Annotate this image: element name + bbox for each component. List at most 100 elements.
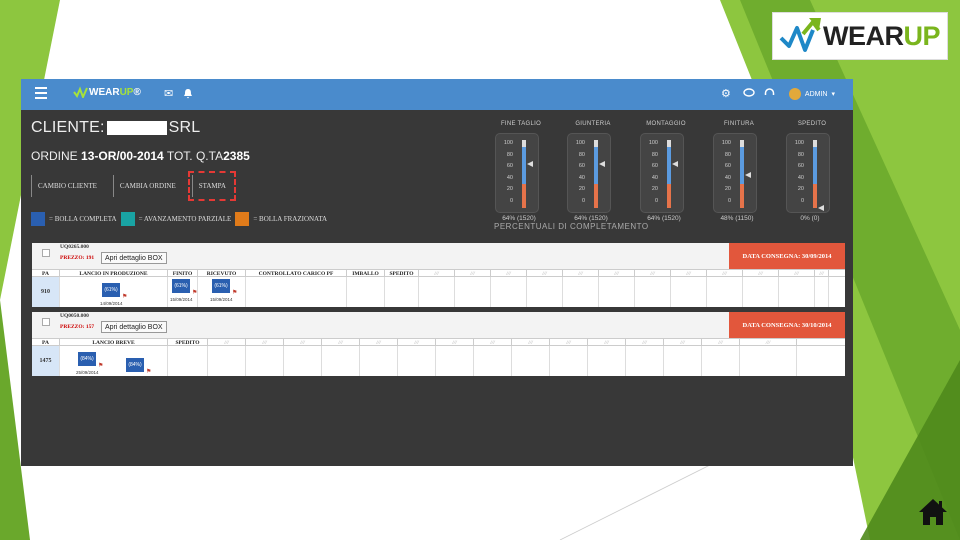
data-consegna-badge: DATA CONSEGNA: 30/10/2014: [729, 312, 845, 338]
card-title: UQ0050.000: [60, 313, 89, 319]
gauge-fill-blue: [594, 147, 598, 184]
table-cell: [322, 346, 360, 376]
app-topbar: WEAR UP ® ✉ ⚙ ADMIN ▾: [21, 79, 853, 110]
order-card: UQ0265.000 PREZZO: 191 Apri dettaglio BOX D…: [32, 243, 845, 307]
table-cell: [168, 346, 208, 376]
wearup-logo-text: WEARUP: [823, 20, 941, 51]
cambio-cliente-button[interactable]: CAMBIO CLIENTE: [31, 175, 103, 197]
gauge-scale-tick: 60: [651, 163, 658, 170]
gauge-scale-tick: 100: [503, 140, 513, 146]
legend: = BOLLA COMPLETA = AVANZAMENTO PARZIALE …: [31, 212, 327, 226]
gauge-title: FINE TAGLIO: [500, 121, 542, 127]
headset-icon[interactable]: [764, 88, 775, 101]
gauge-pointer: [527, 161, 533, 167]
gauge-fill-orange: [740, 184, 744, 208]
table-cell: [385, 277, 419, 307]
table-cell: [671, 277, 707, 307]
gauge-track: [740, 140, 744, 208]
gauge-box: 100 80 60 40 20 0: [567, 133, 611, 213]
table-cell: [626, 346, 664, 376]
table-cell: [740, 346, 797, 376]
home-icon[interactable]: [918, 497, 948, 527]
slide: WEARUP WEAR UP ® ✉ ⚙ ADMIN ▾ CLIENTE: SR…: [0, 0, 960, 540]
gauge-scale-tick: 20: [651, 186, 658, 193]
gauge-scale-tick: 100: [794, 140, 804, 146]
gauge-box: 100 80 60 40 20 0: [713, 133, 757, 213]
stage-progress-badge[interactable]: (61%): [172, 279, 190, 293]
gauge-scale: 100 80 60 40 20 0: [499, 138, 513, 208]
gauge-scale-tick: 0: [727, 197, 731, 204]
gauge-scale: 100 80 60 40 20 0: [644, 138, 658, 208]
user-name: ADMIN: [804, 90, 828, 98]
gears-icon[interactable]: ⚙: [721, 88, 731, 100]
gauge-scale-tick: 40: [578, 174, 585, 181]
mail-icon[interactable]: ✉: [164, 88, 173, 100]
chat-icon[interactable]: [743, 88, 755, 101]
app-screenshot: WEAR UP ® ✉ ⚙ ADMIN ▾ CLIENTE: SRL ORDINE 1: [21, 79, 853, 466]
image-placeholder-icon: [42, 318, 50, 326]
table-cell: [398, 346, 436, 376]
wearup-logo-mark-icon: [779, 18, 821, 52]
table-cell: [707, 277, 743, 307]
gauge-scale-tick: 60: [578, 163, 585, 170]
card-prezzo: PREZZO: 157: [60, 324, 95, 330]
gauge-fill-orange: [813, 184, 817, 208]
gauge-scale-tick: 20: [724, 186, 731, 193]
gauge-fill-blue: [813, 147, 817, 184]
legend-swatch-parziale: [120, 212, 135, 226]
table-cell: [599, 277, 635, 307]
card-title: UQ0265.000: [60, 244, 89, 250]
gauge-track: [522, 140, 526, 208]
percentuali-label: PERCENTUALI DI COMPLETAMENTO: [494, 222, 649, 231]
stage-progress-badge[interactable]: (61%): [102, 283, 120, 297]
stage-progress-badge[interactable]: (61%): [212, 279, 230, 293]
apri-dettaglio-button[interactable]: Apri dettaglio BOX: [101, 321, 167, 333]
table-cell: [664, 346, 702, 376]
table-header-row: PA LANCIO IN PRODUZIONE FINITO RICEVUTO CONT…: [32, 269, 845, 278]
gauge-scale-tick: 80: [506, 151, 513, 158]
table-cell: [284, 346, 322, 376]
table-cell: [436, 346, 474, 376]
stage-progress-badge[interactable]: (84%): [78, 352, 96, 366]
legend-parziale: = AVANZAMENTO PARZIALE: [138, 215, 232, 223]
table-cell: [635, 277, 671, 307]
apri-dettaglio-button[interactable]: Apri dettaglio BOX: [101, 252, 167, 264]
gauge-scale-tick: 100: [721, 140, 731, 146]
gauge-scale-tick: 40: [797, 174, 804, 181]
gauge-fill-blue: [740, 147, 744, 184]
pa-cell: 1475: [32, 346, 60, 376]
gauge-pointer: [745, 172, 751, 178]
gauge-scale-tick: 40: [724, 174, 731, 181]
gauge: FINE TAGLIO 100 80 60 40 20 0 64% (1520): [491, 121, 551, 231]
table-row[interactable]: 910: [32, 277, 845, 307]
stage-progress-badge[interactable]: (84%): [126, 358, 144, 372]
gauge-scale-tick: 60: [506, 163, 513, 170]
user-menu[interactable]: ADMIN ▾: [788, 88, 835, 100]
table-cell: [702, 346, 740, 376]
gauge-title: FINITURA: [723, 121, 755, 127]
flag-icon: ⚑: [146, 369, 152, 375]
table-cell: [743, 277, 779, 307]
gauge-scale-tick: 40: [651, 174, 658, 181]
app-logo[interactable]: WEAR UP ®: [73, 86, 141, 98]
gauge-scale-tick: 80: [724, 151, 731, 158]
gauge-scale-tick: 0: [800, 197, 804, 204]
table-row[interactable]: 1475: [32, 346, 845, 376]
gauge-title: SPEDITO: [797, 121, 827, 127]
gauge-scale-tick: 0: [654, 197, 658, 204]
gauge-box: 100 80 60 40 20 0: [786, 133, 830, 213]
hamburger-menu-icon[interactable]: [35, 87, 47, 99]
table-cell: [588, 346, 626, 376]
table-cell: [347, 277, 385, 307]
stampa-button[interactable]: STAMPA: [187, 171, 236, 201]
cambia-ordine-button[interactable]: CAMBIA ORDINE: [112, 175, 182, 197]
table-cell: [527, 277, 563, 307]
stage-date: 15/09/2014: [170, 297, 193, 302]
flag-icon: ⚑: [98, 363, 104, 369]
table-cell: [815, 277, 829, 307]
gauge-scale-tick: 0: [581, 197, 585, 204]
gauge-pointer: [818, 205, 824, 211]
gauge-scale-tick: 80: [797, 151, 804, 158]
bell-icon[interactable]: [183, 88, 193, 102]
gauge-fill-blue: [667, 147, 671, 184]
